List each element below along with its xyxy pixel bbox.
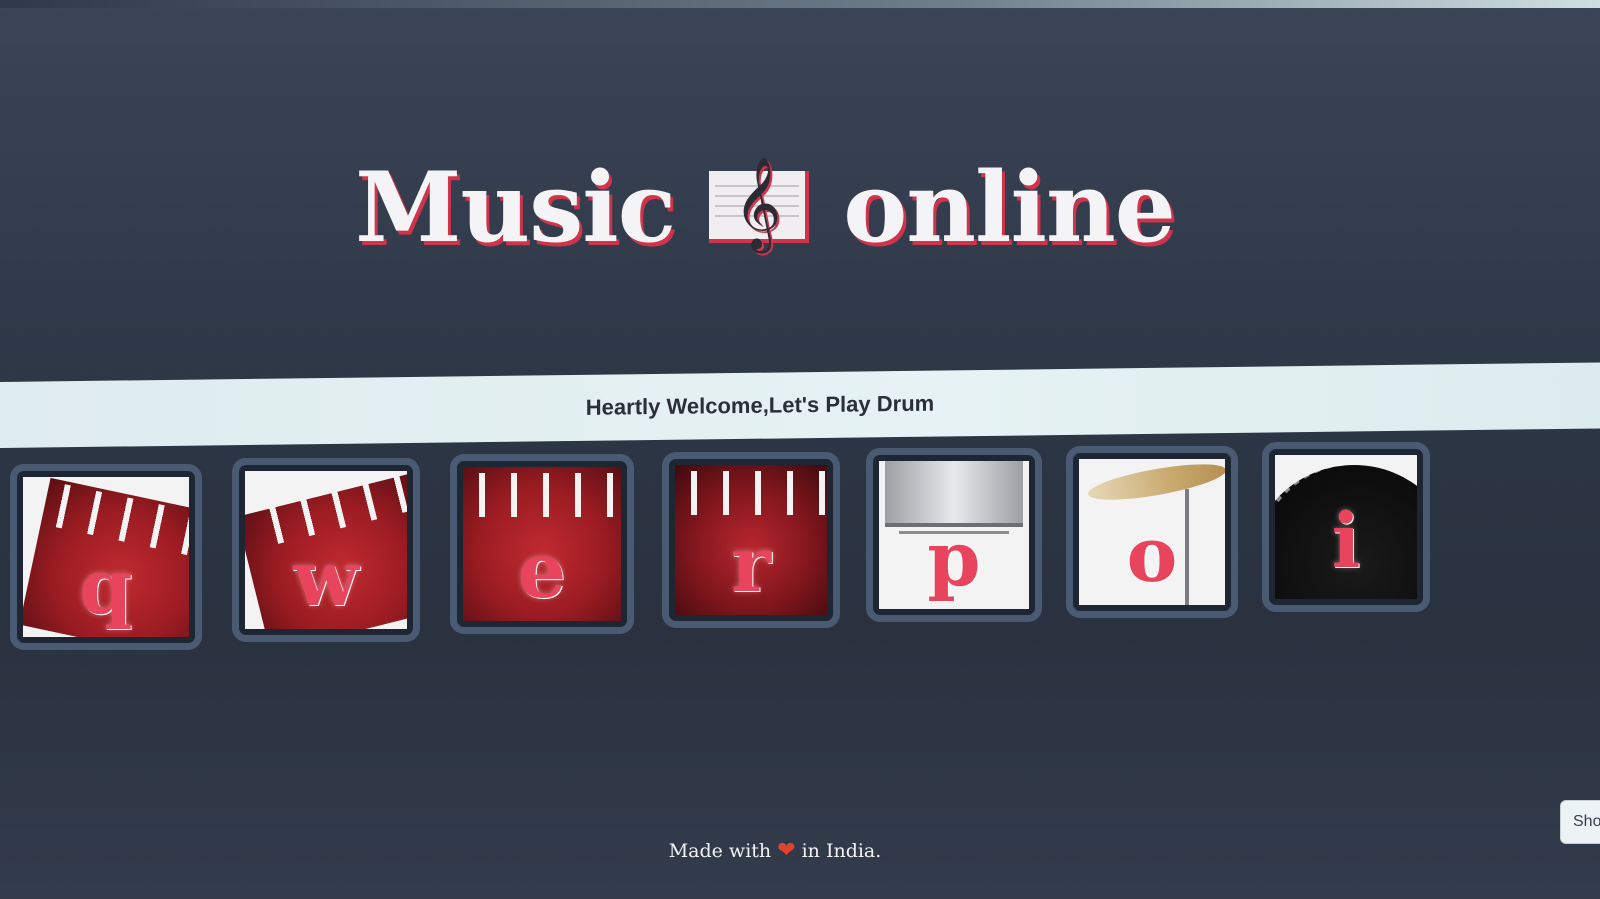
footer-in-india: in India. (801, 840, 882, 862)
treble-clef-icon: 𝄞 (709, 163, 810, 244)
cymbal-plate (1085, 459, 1225, 507)
drum-o-image: o (1079, 459, 1225, 605)
drum-i-button[interactable]: i (1262, 442, 1430, 612)
drum-e-button[interactable]: e (450, 454, 634, 634)
drum-key-label: q (79, 542, 133, 631)
drum-key-label: r (730, 520, 772, 609)
drum-e-image: e (463, 467, 621, 621)
page-title: Music 𝄞 online (0, 142, 1530, 264)
drum-p-image: p (879, 461, 1029, 609)
drum-q-image: q (23, 477, 189, 637)
welcome-text: Heartly Welcome,Let's Play Drum (585, 390, 935, 420)
drum-i-image: i (1275, 455, 1417, 599)
welcome-banner: Heartly Welcome,Let's Play Drum (0, 362, 1600, 448)
show-button[interactable]: Sho (1560, 800, 1600, 844)
drum-p-button[interactable]: p (866, 448, 1042, 622)
drum-r-image: r (675, 465, 827, 615)
clef-glyph: 𝄞 (734, 156, 781, 250)
drum-lugs (675, 471, 825, 515)
drum-r-button[interactable]: r (662, 452, 840, 628)
drum-key-label: w (293, 534, 359, 623)
drum-set: q w e r p o i (10, 442, 1450, 658)
footer-made-with: Made with (668, 840, 772, 862)
drum-key-label: p (927, 514, 981, 603)
drum-q-button[interactable]: q (10, 464, 202, 650)
drum-key-label: e (517, 526, 567, 615)
drum-w-button[interactable]: w (232, 458, 420, 642)
title-music: Music (355, 150, 676, 264)
drum-lugs (463, 473, 621, 517)
footer: Made with ❤ in India. (0, 838, 1550, 863)
drum-o-button[interactable]: o (1066, 446, 1238, 618)
browser-top-strip (0, 0, 1600, 8)
heart-icon: ❤ (777, 838, 796, 863)
drum-key-label: o (1126, 510, 1178, 599)
title-online: online (843, 150, 1176, 264)
drum-key-label: i (1331, 496, 1361, 585)
drum-w-image: w (245, 471, 407, 629)
